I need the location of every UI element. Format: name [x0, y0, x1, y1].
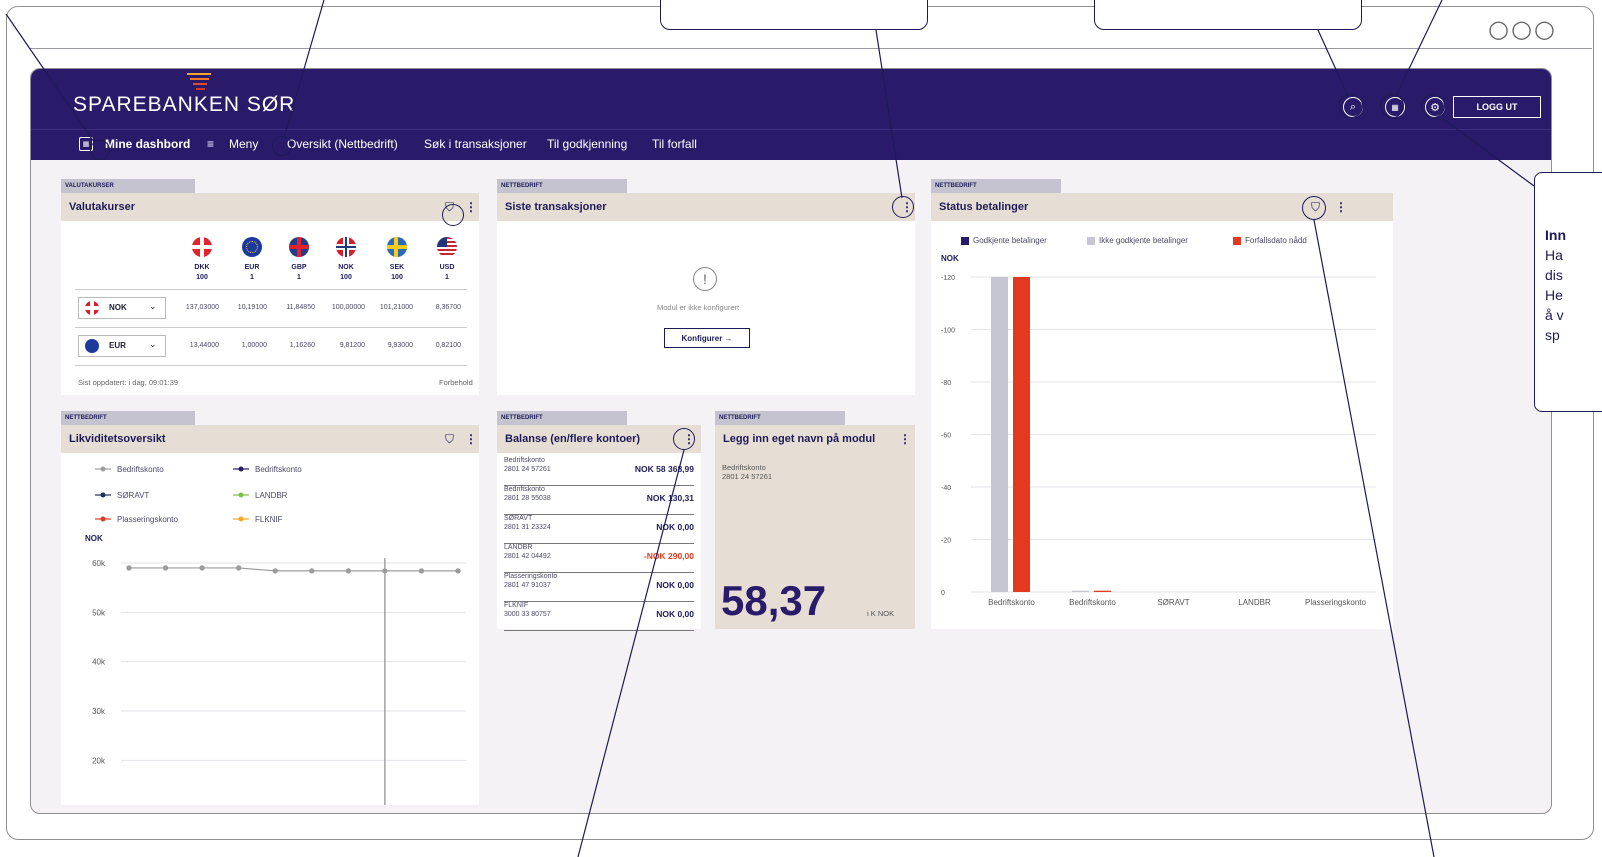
callout-text-line: Ha	[1545, 247, 1563, 263]
callout-text-line: He	[1545, 287, 1563, 303]
callout-heading: Inn	[1545, 227, 1566, 243]
callout-text-line: å v	[1545, 307, 1564, 323]
annotation-lines	[5, 0, 1535, 857]
annotation-callout-box: Inn Ha dis He å v sp	[1534, 172, 1602, 412]
callout-text-line: sp	[1545, 327, 1560, 343]
callout-text-line: dis	[1545, 267, 1563, 283]
